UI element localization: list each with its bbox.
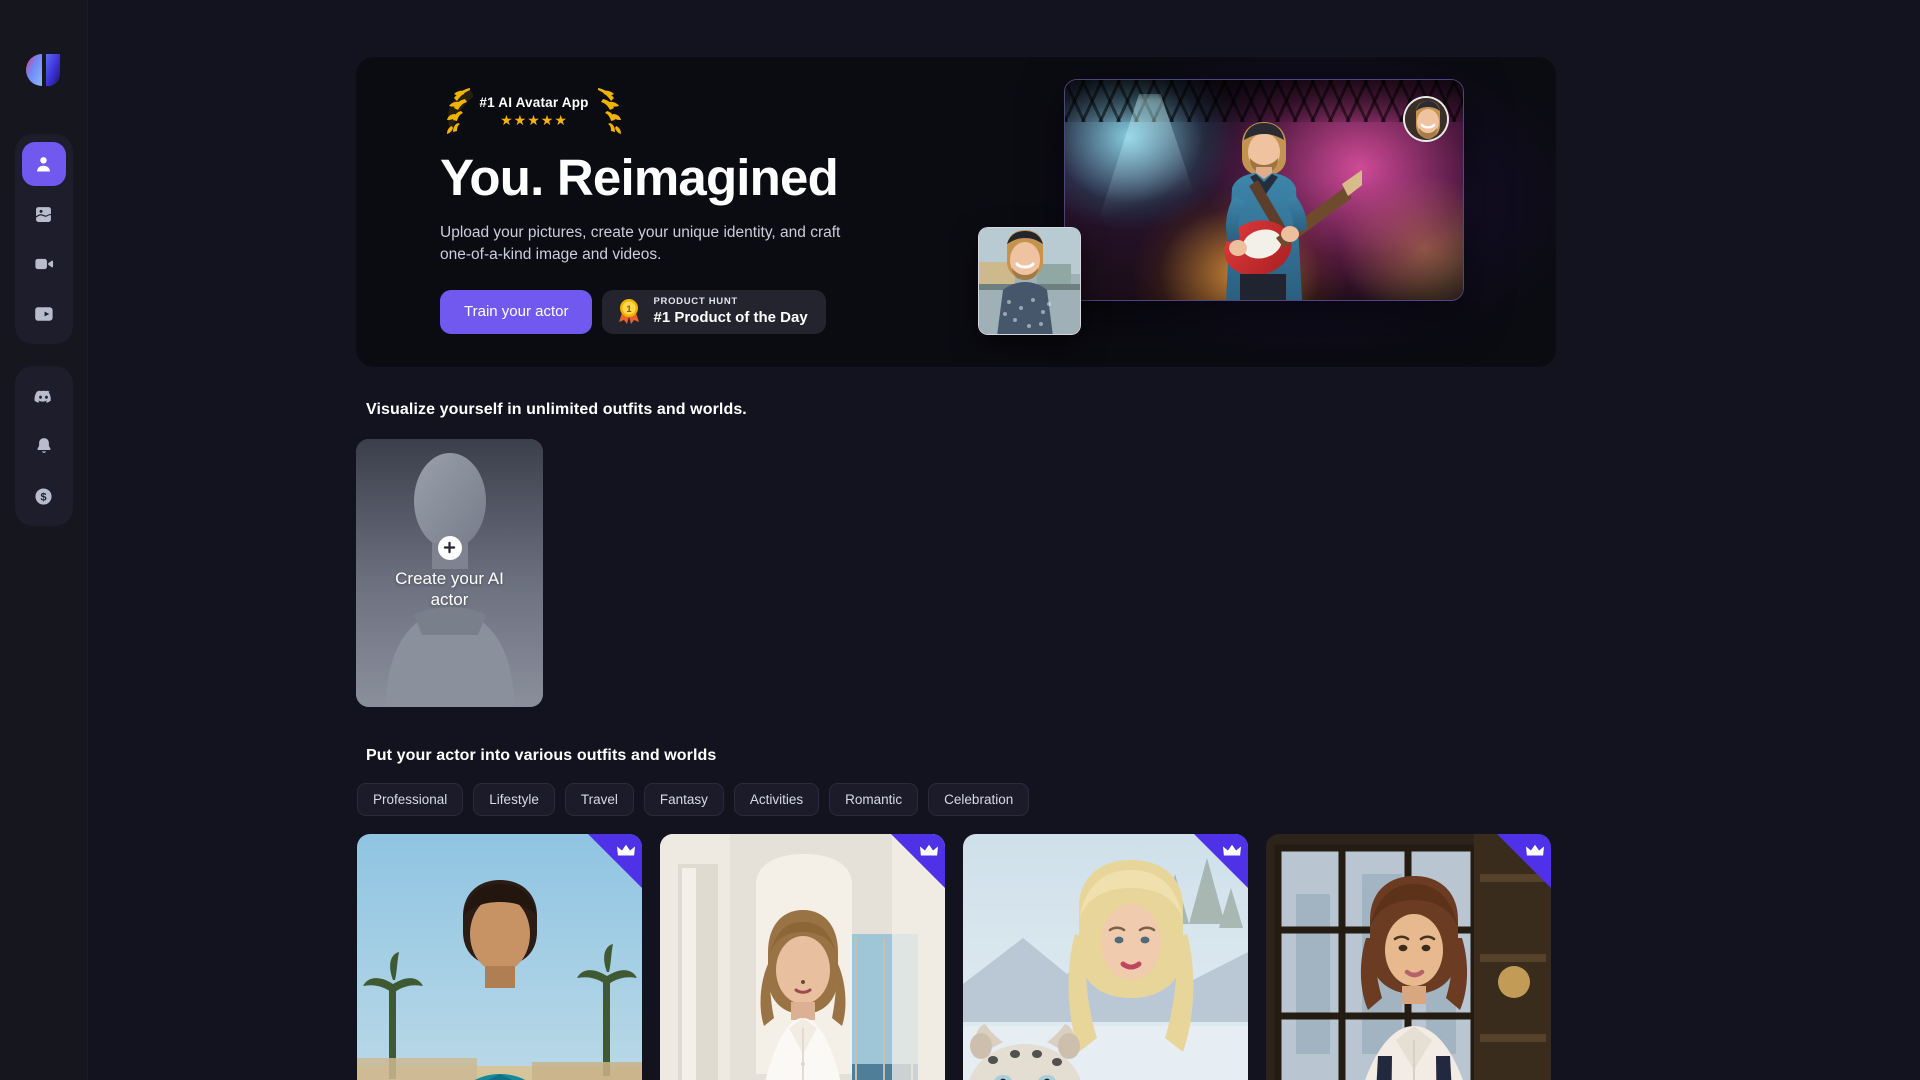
category-chip-row: Professional Lifestyle Travel Fantasy Ac… [356,783,1556,816]
sidebar-item-notifications[interactable] [22,424,66,468]
actors-section-title: Visualize yourself in unlimited outfits … [366,401,747,418]
award-stars: ★★★★★ [500,112,568,128]
chip-lifestyle[interactable]: Lifestyle [473,783,555,816]
outfit-gallery [356,834,1556,1080]
sidebar-item-discord[interactable] [22,374,66,418]
award-badge-text: #1 AI Avatar App ★★★★★ [475,95,592,127]
hero-stage-image [1064,79,1464,301]
person-icon [37,156,50,171]
laurel-left-icon [447,88,474,134]
sidebar-item-media[interactable] [22,292,66,336]
hero-banner: #1 AI Avatar App ★★★★★ You. Reimagined U… [356,57,1556,367]
hero-cta-row: Train your actor 1 PRODUCT HUNT #1 Produ… [440,289,916,334]
outfits-section-title: Put your actor into various outfits and … [366,747,717,764]
card-polo-palms-image [357,834,642,1080]
card-loft-suspenders-image [1266,834,1551,1080]
source-photo-image [979,228,1080,334]
sidebar-item-actors[interactable] [21,142,66,186]
product-hunt-badge[interactable]: 1 PRODUCT HUNT #1 Product of the Day [602,289,826,334]
brand-logo-icon [25,54,60,87]
video-camera-icon [34,258,53,270]
svg-text:1: 1 [627,304,632,314]
hero-copy: #1 AI Avatar App ★★★★★ You. Reimagined U… [356,57,916,367]
sidebar-item-credits[interactable]: $ [22,474,66,518]
train-your-actor-button[interactable]: Train your actor [440,289,593,334]
product-hunt-title: #1 Product of the Day [653,308,808,326]
plus-glyph-icon [443,542,456,554]
chip-celebration[interactable]: Celebration [928,783,1030,816]
card-white-shirt-balcony[interactable] [660,834,945,1080]
source-photo-thumbnail [978,227,1081,335]
card-snow-leopard[interactable] [963,834,1248,1080]
chip-activities[interactable]: Activities [733,783,820,816]
create-actor-label: Create your AI actor [395,568,504,609]
medal-icon: 1 [619,298,640,324]
product-hunt-kicker: PRODUCT HUNT [653,296,738,308]
chip-romantic[interactable]: Romantic [829,783,919,816]
award-badge-title: #1 AI Avatar App [479,95,589,110]
dollar-icon: $ [35,487,52,505]
sidebar-item-images[interactable] [22,192,66,236]
sidebar-item-videos[interactable] [22,242,66,286]
product-hunt-text: PRODUCT HUNT #1 Product of the Day [653,296,808,326]
svg-text:$: $ [40,491,46,503]
create-actor-overlay: Create your AI actor [356,439,543,707]
plus-icon[interactable] [437,535,462,560]
create-ai-actor-card[interactable]: Create your AI actor [356,439,543,707]
sidebar: $ [0,0,88,1080]
brand-logo[interactable] [24,50,64,90]
guitarist-figure [1224,122,1362,300]
card-white-shirt-balcony-image [660,834,945,1080]
card-snow-leopard-image [963,834,1248,1080]
chip-travel[interactable]: Travel [564,783,634,816]
bell-icon [36,438,51,453]
sidebar-secondary-group: $ [14,366,73,526]
hero-title: You. Reimagined [440,149,839,206]
chip-professional[interactable]: Professional [357,783,464,816]
hero-visual [916,57,1556,367]
chip-fantasy[interactable]: Fantasy [643,783,724,816]
award-badge: #1 AI Avatar App ★★★★★ [434,83,634,139]
image-icon [36,206,51,222]
card-polo-palms[interactable] [357,834,642,1080]
actors-row: Create your AI actor [356,439,1556,707]
media-stack-icon [34,307,53,321]
laurel-right-icon [597,88,621,134]
sidebar-primary-group [14,134,73,344]
avatar-thumbnail [1403,96,1449,142]
card-loft-suspenders[interactable] [1266,834,1551,1080]
discord-icon [34,390,51,403]
main-content: #1 AI Avatar App ★★★★★ You. Reimagined U… [88,0,1920,1080]
hero-subtitle: Upload your pictures, create your unique… [440,223,841,263]
